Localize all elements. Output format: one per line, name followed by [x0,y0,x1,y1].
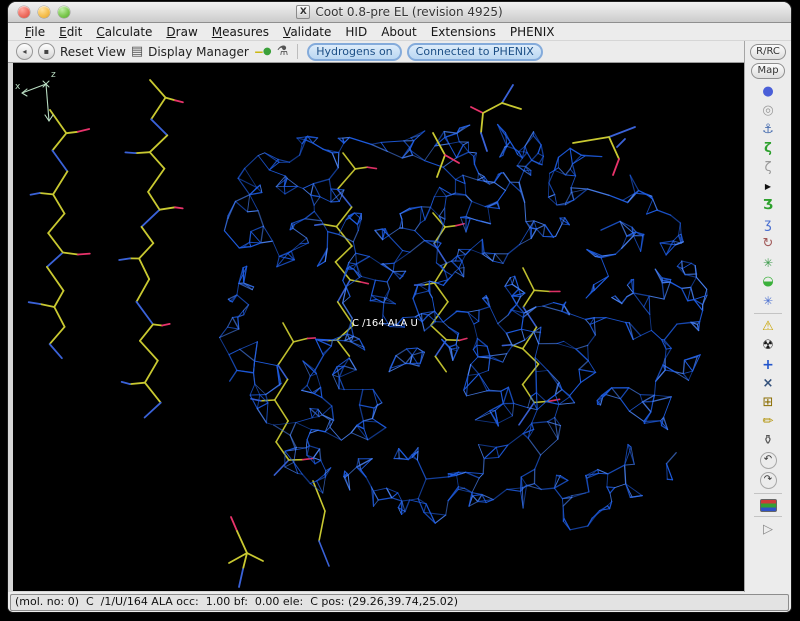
title-bar[interactable]: X Coot 0.8-pre EL (revision 4925) [8,2,791,23]
svg-text:C /164 ALA U: C /164 ALA U [352,318,418,329]
mutate-icon[interactable]: ☢ [758,338,778,354]
canvas-frame: x z C /164 ALA U [8,63,744,592]
nav-stop-button[interactable]: ▪ [38,43,55,60]
rigid-body-fit-icon[interactable]: Ʒ [758,198,778,214]
display-manager-button[interactable]: Display Manager [148,45,249,59]
target-icon[interactable]: ◎ [758,103,778,119]
close-button[interactable] [18,6,30,18]
clear-pending-icon[interactable]: ✏ [758,414,778,430]
menu-about[interactable]: About [374,25,423,39]
menu-extensions[interactable]: Extensions [424,25,503,39]
rgb-molecule-icon[interactable] [760,499,777,512]
nav-back-button[interactable]: ◂ [16,43,33,60]
right-toolbar: R/RC Map ● ◎ ⚓ ζ ζ ▶ Ʒ ʒ ↻ ✳ ◒ ✳ ⚠ ☢ + ×… [744,41,791,592]
menu-draw[interactable]: Draw [159,25,204,39]
menu-measures[interactable]: Measures [205,25,276,39]
undo-icon[interactable]: ↶ [760,452,777,469]
jligand-icon[interactable]: ⚠ [758,319,778,335]
toolbar-separator [297,44,298,59]
display-manager-icon: ▤ [131,45,143,58]
cycle-rotamers-icon[interactable]: ↻ [758,236,778,252]
redo-icon[interactable]: ↷ [760,472,777,489]
regularize-zone-icon[interactable]: ζ [758,160,778,176]
reset-view-button[interactable]: Reset View [60,45,126,59]
real-space-refine-icon[interactable]: ζ [758,141,778,157]
svg-text:z: z [51,70,56,80]
toolbar-expand-icon[interactable]: ▶ [758,179,778,195]
more-tools-icon[interactable]: ▷ [758,522,778,538]
right-toolbar-separator [754,516,782,517]
flask-icon[interactable]: ⚗ [277,45,289,58]
phenix-connection-button[interactable]: Connected to PHENIX [407,43,543,61]
menu-calculate[interactable]: Calculate [89,25,159,39]
recentre-sphere-icon[interactable]: ● [758,84,778,100]
main-toolbar: ◂ ▪ Reset View ▤ Display Manager − ● ⚗ H… [8,41,744,63]
anchor-icon[interactable]: ⚓ [758,122,778,138]
svg-text:x: x [15,82,21,92]
rrc-button[interactable]: R/RC [750,44,786,60]
menu-hid[interactable]: HID [338,25,374,39]
hydrogens-toggle-button[interactable]: Hydrogens on [307,43,401,61]
right-toolbar-separator [754,493,782,494]
menu-validate[interactable]: Validate [276,25,338,39]
add-terminal-residue-icon[interactable]: + [758,357,778,373]
window-controls [18,6,70,18]
window-title: Coot 0.8-pre EL (revision 4925) [315,5,502,19]
map-button[interactable]: Map [751,63,784,79]
add-alt-conf-icon[interactable]: × [758,376,778,392]
gl-canvas[interactable]: x z C /164 ALA U [13,63,744,591]
delete-item-icon[interactable]: ⚱ [758,433,778,449]
x11-app-icon: X [296,5,310,19]
status-text: (mol. no: 0) C /1/U/164 ALA occ: 1.00 bf… [10,594,789,611]
menu-bar: File Edit Calculate Draw Measures Valida… [8,23,791,41]
go-to-atom-ball: ● [263,46,272,57]
flip-peptide-icon[interactable]: ◒ [758,274,778,290]
right-toolbar-separator [754,313,782,314]
place-atom-icon[interactable]: ⊞ [758,395,778,411]
menu-file[interactable]: File [18,25,52,39]
coot-window: X Coot 0.8-pre EL (revision 4925) File E… [8,2,791,612]
minimize-button[interactable] [38,6,50,18]
menu-edit[interactable]: Edit [52,25,89,39]
go-to-atom-icon[interactable]: − ● [254,45,272,59]
side-chain-flip-icon[interactable]: ✳ [758,293,778,309]
menu-phenix[interactable]: PHENIX [503,25,562,39]
rotate-translate-icon[interactable]: ʒ [758,217,778,233]
zoom-button[interactable] [58,6,70,18]
status-bar: (mol. no: 0) C /1/U/164 ALA occ: 1.00 bf… [8,592,791,612]
auto-fit-rotamer-icon[interactable]: ✳ [758,255,778,271]
window-title-area: X Coot 0.8-pre EL (revision 4925) [8,2,791,22]
